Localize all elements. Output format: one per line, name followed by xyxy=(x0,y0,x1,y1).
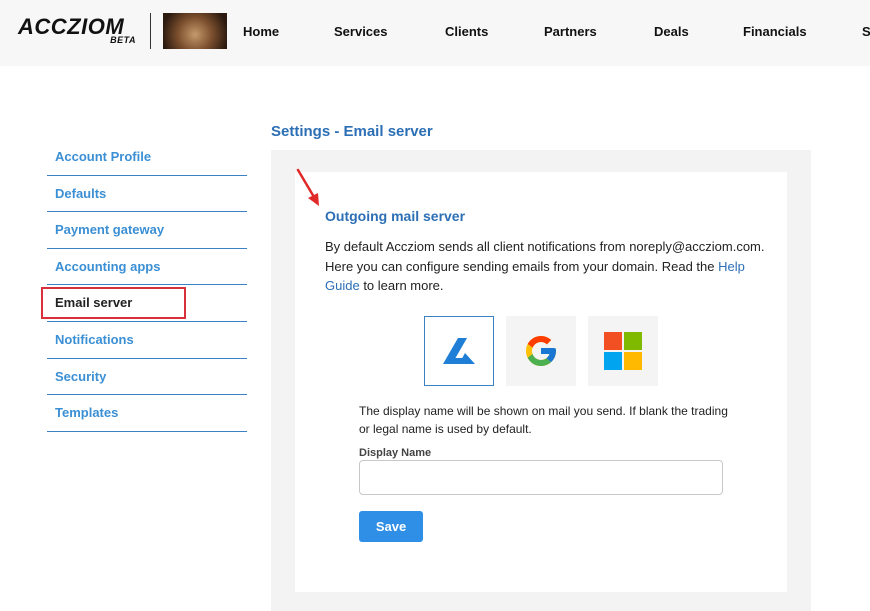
sidebar-item-payment-gateway[interactable]: Payment gateway xyxy=(47,212,247,249)
sidebar-item-accounting-apps[interactable]: Accounting apps xyxy=(47,249,247,286)
microsoft-logo-icon xyxy=(604,332,642,370)
sidebar-item-label: Templates xyxy=(55,405,119,421)
nav-settings-truncated[interactable]: S xyxy=(862,24,870,39)
sidebar-item-account-profile[interactable]: Account Profile xyxy=(47,139,247,176)
accziom-logo[interactable]: ACCZIOM BETA xyxy=(18,14,140,46)
google-logo-icon xyxy=(526,336,556,366)
nav-financials[interactable]: Financials xyxy=(743,24,807,39)
sidebar-item-label: Security xyxy=(55,368,107,384)
settings-sidebar: Account Profile Defaults Payment gateway… xyxy=(41,139,247,432)
page-title: Settings - Email server xyxy=(271,123,433,140)
sidebar-item-label: Notifications xyxy=(55,331,134,347)
display-name-input[interactable] xyxy=(359,460,723,495)
accziom-logo-icon xyxy=(443,338,475,364)
nav-deals[interactable]: Deals xyxy=(654,24,689,39)
header-divider xyxy=(150,13,151,49)
sidebar-item-label: Email server xyxy=(55,295,133,311)
display-name-note: The display name will be shown on mail y… xyxy=(359,404,728,436)
description-text: By default Accziom sends all client noti… xyxy=(325,237,765,296)
description-part: to learn more. xyxy=(359,278,444,293)
nav-clients[interactable]: Clients xyxy=(445,24,488,39)
provider-accziom-option[interactable] xyxy=(424,316,494,386)
annotation-arrow-icon xyxy=(296,168,319,206)
section-title: Outgoing mail server xyxy=(325,208,466,224)
sidebar-item-label: Accounting apps xyxy=(55,258,161,274)
beta-badge: BETA xyxy=(110,35,136,45)
save-button[interactable]: Save xyxy=(359,511,423,542)
display-name-label: Display Name xyxy=(359,447,432,459)
sidebar-item-notifications[interactable]: Notifications xyxy=(47,322,247,359)
nav-home[interactable]: Home xyxy=(243,24,279,39)
description-part: By default Accziom sends all client noti… xyxy=(325,239,765,274)
sidebar-item-email-server[interactable]: Email server xyxy=(41,285,247,322)
sidebar-item-defaults[interactable]: Defaults xyxy=(47,176,247,213)
logo-text: ACCZIOM xyxy=(18,14,125,39)
provider-google-option[interactable] xyxy=(506,316,576,386)
top-navigation-bar: ACCZIOM BETA Home Services Clients Partn… xyxy=(0,0,870,66)
avatar[interactable] xyxy=(163,13,227,49)
sidebar-item-security[interactable]: Security xyxy=(47,359,247,396)
nav-partners[interactable]: Partners xyxy=(544,24,597,39)
sidebar-item-templates[interactable]: Templates xyxy=(47,395,247,432)
provider-microsoft-option[interactable] xyxy=(588,316,658,386)
sidebar-item-label: Account Profile xyxy=(55,149,152,164)
sidebar-item-label: Payment gateway xyxy=(55,222,165,238)
sidebar-item-label: Defaults xyxy=(55,185,107,201)
nav-services[interactable]: Services xyxy=(334,24,388,39)
